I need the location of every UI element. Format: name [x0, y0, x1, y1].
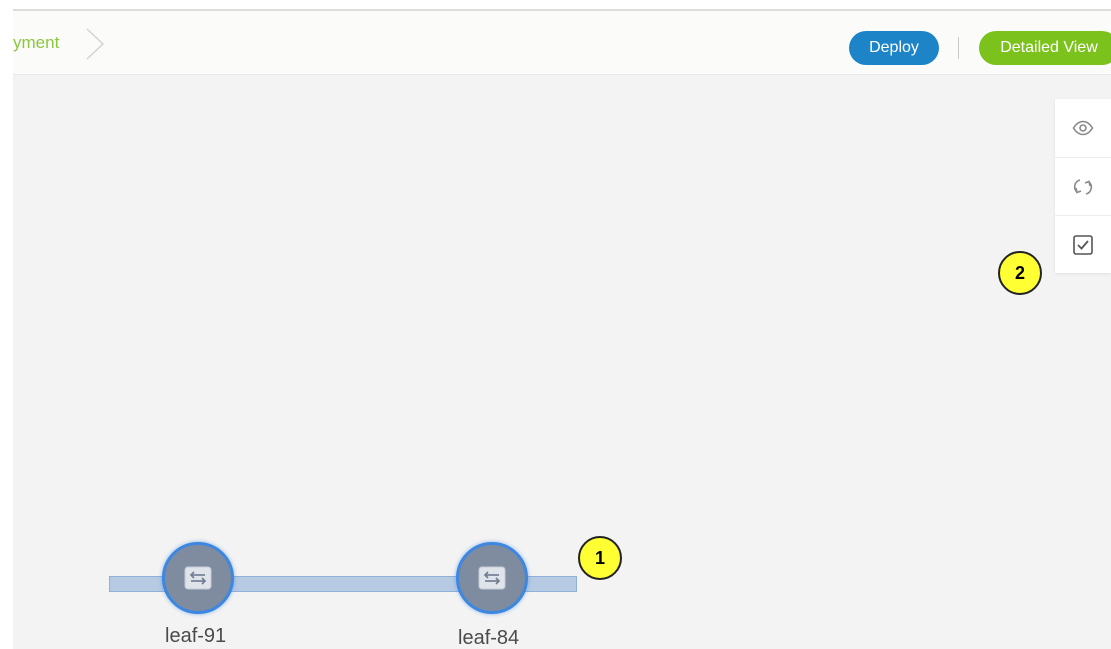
top-header-bar: yment Deploy Detailed View — [13, 9, 1111, 75]
detailed-view-button[interactable]: Detailed View — [979, 31, 1111, 65]
callout-marker-1: 1 — [578, 536, 622, 580]
checkbox-icon — [1073, 235, 1093, 255]
node-label-leaf-84: leaf-84 — [458, 627, 520, 649]
switch-icon — [184, 566, 212, 590]
page: yment Deploy Detailed View 2 1 leaf-91 l… — [0, 0, 1111, 649]
node-label-leaf-91: leaf-91 — [165, 625, 227, 647]
header-divider — [958, 37, 959, 59]
breadcrumb-deployment[interactable]: yment — [13, 33, 59, 53]
preview-tool-button[interactable] — [1055, 99, 1111, 157]
deploy-button[interactable]: Deploy — [849, 31, 939, 65]
view-tools-panel — [1055, 99, 1111, 273]
left-edge-margin — [0, 0, 13, 649]
breadcrumb-chevron-icon — [86, 28, 105, 60]
callout-marker-2: 2 — [998, 251, 1042, 295]
refresh-tool-button[interactable] — [1055, 157, 1111, 216]
switch-icon — [478, 566, 506, 590]
eye-icon — [1072, 120, 1094, 136]
switch-node-leaf-91[interactable] — [162, 542, 234, 614]
refresh-icon — [1073, 179, 1093, 195]
select-tool-button[interactable] — [1055, 215, 1111, 274]
switch-node-leaf-84[interactable] — [456, 542, 528, 614]
